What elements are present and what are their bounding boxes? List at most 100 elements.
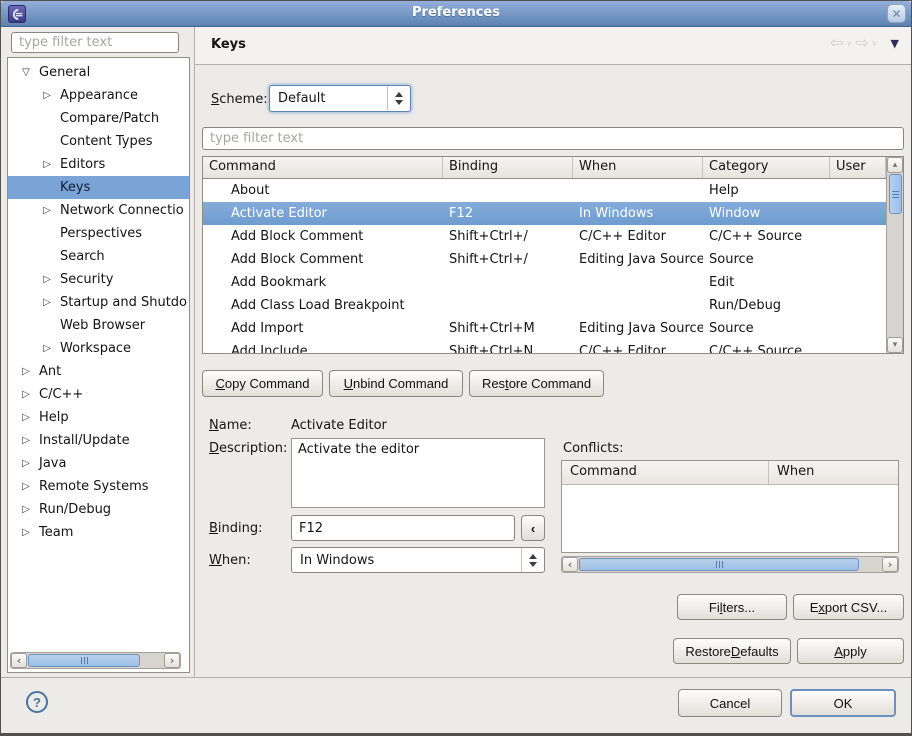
cell-binding: Shift+Ctrl+M — [443, 321, 573, 336]
table-vertical-scrollbar[interactable]: ▴ ▾ — [886, 157, 903, 353]
back-dropdown-icon[interactable]: ∨ — [846, 39, 852, 48]
tree-item-install-update[interactable]: ▷Install/Update — [8, 429, 189, 452]
forward-dropdown-icon[interactable]: ∨ — [872, 39, 878, 48]
sidebar-filter — [11, 32, 179, 53]
conflicts-horizontal-scrollbar[interactable]: ‹ › — [561, 556, 899, 573]
apply-button[interactable]: Apply — [797, 638, 904, 664]
scrollbar-track[interactable] — [887, 214, 903, 337]
scrollbar-thumb[interactable] — [28, 654, 140, 667]
tree-item-java[interactable]: ▷Java — [8, 452, 189, 475]
scroll-right-icon: › — [170, 654, 175, 667]
combo-spinner-icon[interactable] — [521, 548, 544, 572]
name-value: Activate Editor — [291, 418, 387, 433]
tree-item-perspectives[interactable]: Perspectives — [8, 222, 189, 245]
expand-icon[interactable]: ▷ — [41, 343, 53, 354]
filters-button[interactable]: Filters... — [677, 594, 787, 620]
binding-row[interactable]: AboutHelp — [203, 179, 903, 202]
command-filter-input[interactable] — [202, 127, 904, 150]
binding-row[interactable]: Add ImportShift+Ctrl+MEditing Java Sourc… — [203, 317, 903, 340]
expand-icon[interactable]: ▷ — [41, 205, 53, 216]
scroll-right-button[interactable]: › — [164, 653, 180, 668]
titlebar[interactable]: Preferences ✕ — [1, 1, 911, 27]
expand-icon[interactable]: ▷ — [20, 389, 32, 400]
tree-item-c-c-[interactable]: ▷C/C++ — [8, 383, 189, 406]
when-combo[interactable]: In Windows — [291, 547, 545, 573]
tree-item-web-browser[interactable]: Web Browser — [8, 314, 189, 337]
tree-item-label: Compare/Patch — [60, 111, 159, 126]
tree-item-startup-and-shutdo[interactable]: ▷Startup and Shutdo — [8, 291, 189, 314]
conflicts-column-header-when[interactable]: When — [769, 461, 898, 484]
column-header-binding[interactable]: Binding — [443, 157, 573, 178]
scroll-left-button[interactable]: ‹ — [562, 557, 578, 572]
restore-command-button[interactable]: Restore Command — [469, 370, 604, 397]
tree-item-network-connectio[interactable]: ▷Network Connectio — [8, 199, 189, 222]
tree-item-remote-systems[interactable]: ▷Remote Systems — [8, 475, 189, 498]
scroll-up-button[interactable]: ▴ — [887, 157, 903, 173]
description-textarea[interactable]: Activate the editor — [291, 438, 545, 508]
cell-category: C/C++ Source — [703, 229, 830, 244]
ok-button[interactable]: OK — [790, 689, 896, 717]
expand-icon[interactable]: ▷ — [41, 90, 53, 101]
column-header-command[interactable]: Command — [203, 157, 443, 178]
scrollbar-thumb[interactable] — [889, 174, 902, 214]
binding-row[interactable]: Add Block CommentShift+Ctrl+/Editing Jav… — [203, 248, 903, 271]
expand-icon[interactable]: ▷ — [20, 366, 32, 377]
tree-item-appearance[interactable]: ▷Appearance — [8, 84, 189, 107]
tree-item-compare-patch[interactable]: Compare/Patch — [8, 107, 189, 130]
tree-item-general[interactable]: ▽General — [8, 61, 189, 84]
forward-arrow-icon[interactable]: ⇨ — [855, 35, 868, 51]
binding-row[interactable]: Activate EditorF12In WindowsWindow — [203, 202, 903, 225]
tree-item-workspace[interactable]: ▷Workspace — [8, 337, 189, 360]
tree-item-keys[interactable]: Keys — [8, 176, 189, 199]
scroll-right-button[interactable]: › — [882, 557, 898, 572]
binding-row[interactable]: Add Class Load BreakpointRun/Debug — [203, 294, 903, 317]
expand-icon[interactable]: ▷ — [20, 504, 32, 515]
tree-item-security[interactable]: ▷Security — [8, 268, 189, 291]
tree-item-team[interactable]: ▷Team — [8, 521, 189, 544]
expand-icon[interactable]: ▷ — [20, 435, 32, 446]
conflicts-label: Conflicts: — [563, 441, 623, 456]
binding-row[interactable]: Add BookmarkEdit — [203, 271, 903, 294]
scroll-left-icon: ‹ — [568, 558, 573, 571]
scroll-left-icon: ‹ — [17, 654, 22, 667]
scroll-left-button[interactable]: ‹ — [11, 653, 27, 668]
expand-icon[interactable]: ▷ — [41, 159, 53, 170]
binding-row[interactable]: Add Block CommentShift+Ctrl+/C/C++ Edito… — [203, 225, 903, 248]
binding-input[interactable] — [291, 515, 515, 541]
binding-back-button[interactable]: ‹ — [521, 515, 545, 541]
expand-icon[interactable]: ▷ — [41, 274, 53, 285]
tree-item-search[interactable]: Search — [8, 245, 189, 268]
binding-row[interactable]: Add IncludeShift+Ctrl+NC/C++ EditorC/C++… — [203, 340, 903, 354]
scroll-down-button[interactable]: ▾ — [887, 337, 903, 353]
unbind-command-button[interactable]: Unbind Command — [329, 370, 463, 397]
expand-icon[interactable]: ▷ — [20, 481, 32, 492]
expand-icon[interactable]: ▷ — [41, 297, 53, 308]
help-button[interactable]: ? — [26, 691, 48, 713]
description-label: Description: — [209, 441, 287, 456]
scheme-combo[interactable]: Default — [269, 85, 411, 112]
column-header-category[interactable]: Category — [703, 157, 830, 178]
tree-item-content-types[interactable]: Content Types — [8, 130, 189, 153]
collapse-icon[interactable]: ▽ — [20, 67, 32, 78]
expand-icon[interactable]: ▷ — [20, 458, 32, 469]
export-csv-button[interactable]: Export CSV... — [793, 594, 904, 620]
copy-command-button[interactable]: Copy Command — [202, 370, 323, 397]
restore-defaults-button[interactable]: Restore Defaults — [673, 638, 791, 664]
tree-item-run-debug[interactable]: ▷Run/Debug — [8, 498, 189, 521]
scrollbar-thumb[interactable] — [579, 558, 859, 571]
expand-icon[interactable]: ▷ — [20, 412, 32, 423]
sidebar-horizontal-scrollbar[interactable]: ‹ › — [10, 652, 181, 669]
expand-icon[interactable]: ▷ — [20, 527, 32, 538]
tree-item-editors[interactable]: ▷Editors — [8, 153, 189, 176]
cancel-button[interactable]: Cancel — [678, 689, 782, 717]
conflicts-column-header-command[interactable]: Command — [562, 461, 769, 484]
column-header-when[interactable]: When — [573, 157, 703, 178]
back-arrow-icon[interactable]: ⇦ — [830, 35, 843, 51]
column-header-user[interactable]: User — [830, 157, 886, 178]
view-menu-icon[interactable]: ▼ — [891, 37, 899, 50]
sidebar-filter-input[interactable] — [11, 32, 179, 53]
close-button[interactable]: ✕ — [887, 4, 906, 23]
tree-item-help[interactable]: ▷Help — [8, 406, 189, 429]
combo-spinner-icon[interactable] — [387, 86, 410, 111]
tree-item-ant[interactable]: ▷Ant — [8, 360, 189, 383]
